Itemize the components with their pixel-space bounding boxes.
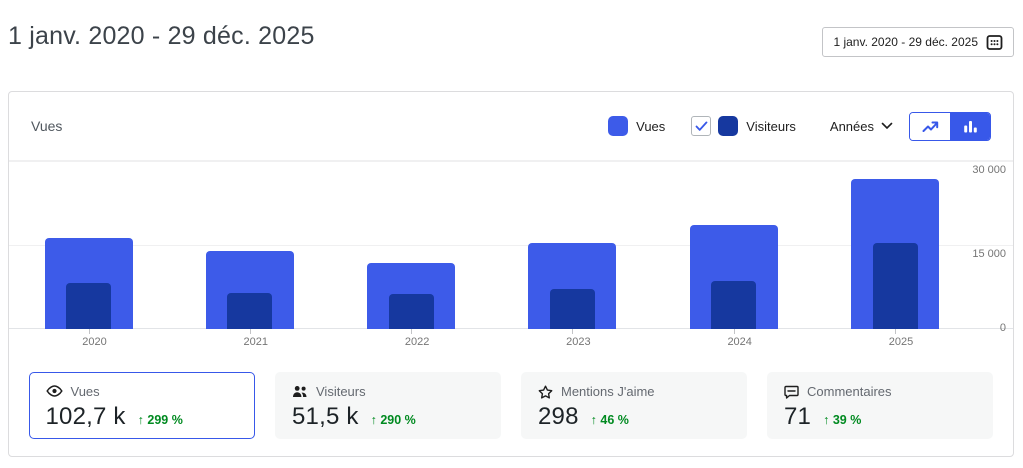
panel-controls: Vues Visiteurs Années: [608, 112, 991, 141]
y-axis-label: 15 000: [972, 248, 1006, 260]
page-title: 1 janv. 2020 - 29 déc. 2025: [8, 22, 315, 51]
calendar-icon: [986, 34, 1003, 51]
stat-card-likes[interactable]: Mentions J'aime 298 ↑ 46 %: [521, 372, 747, 439]
bar-visiteurs-2023[interactable]: [550, 289, 595, 329]
interval-label: Années: [830, 119, 874, 134]
comment-icon: [784, 385, 799, 399]
up-arrow-icon: ↑: [138, 413, 144, 427]
stat-value: 51,5 k: [292, 403, 359, 431]
bar-visiteurs-2024[interactable]: [711, 281, 756, 329]
interval-dropdown[interactable]: Années: [830, 119, 893, 134]
stat-change: ↑ 39 %: [823, 413, 861, 427]
x-tick: [250, 329, 251, 334]
chart-type-toggle: [909, 112, 991, 141]
line-chart-icon: [922, 119, 939, 133]
panel-header: Vues Vues Visiteurs Années: [9, 92, 1013, 161]
x-axis-label: 2020: [65, 336, 125, 348]
bar-visiteurs-2025[interactable]: [873, 243, 918, 329]
checkmark-icon: [695, 121, 708, 132]
bar-visiteurs-2020[interactable]: [66, 283, 111, 329]
x-tick: [572, 329, 573, 334]
stat-change: ↑ 46 %: [591, 413, 629, 427]
up-arrow-icon: ↑: [371, 413, 377, 427]
gridline: [9, 161, 1013, 162]
stat-card-visitors[interactable]: Visiteurs 51,5 k ↑ 290 %: [275, 372, 501, 439]
bar-visiteurs-2021[interactable]: [227, 293, 272, 329]
stat-change: ↑ 290 %: [371, 413, 416, 427]
stat-value: 298: [538, 403, 579, 431]
x-tick: [895, 329, 896, 334]
panel-heading: Vues: [31, 118, 62, 134]
stat-change: ↑ 299 %: [138, 413, 183, 427]
stat-label: Vues: [71, 384, 100, 399]
x-axis-label: 2025: [871, 336, 931, 348]
bar-chart: 015 00030 000: [9, 161, 1013, 329]
x-axis-label: 2021: [226, 336, 286, 348]
stat-card-views[interactable]: Vues 102,7 k ↑ 299 %: [29, 372, 255, 439]
stat-card-comments[interactable]: Commentaires 71 ↑ 39 %: [767, 372, 993, 439]
legend-item-visitors[interactable]: Visiteurs: [718, 116, 796, 136]
y-axis-label: 30 000: [972, 164, 1006, 176]
x-axis-label: 2023: [548, 336, 608, 348]
date-range-picker-button[interactable]: 1 janv. 2020 - 29 déc. 2025: [822, 27, 1014, 57]
summary-cards: Vues 102,7 k ↑ 299 %: [9, 372, 1013, 439]
x-axis-label: 2024: [710, 336, 770, 348]
views-swatch: [608, 116, 628, 136]
x-tick: [734, 329, 735, 334]
eye-icon: [46, 385, 63, 397]
stats-panel: Vues Vues Visiteurs Années: [8, 91, 1014, 457]
x-tick: [411, 329, 412, 334]
stat-label: Mentions J'aime: [561, 384, 655, 399]
star-icon: [538, 385, 553, 399]
bar-chart-icon: [963, 119, 978, 133]
stat-label: Visiteurs: [316, 384, 366, 399]
chevron-down-icon: [881, 122, 893, 130]
up-arrow-icon: ↑: [591, 413, 597, 427]
stat-label: Commentaires: [807, 384, 892, 399]
x-axis-label: 2022: [387, 336, 447, 348]
stat-value: 102,7 k: [46, 403, 126, 431]
up-arrow-icon: ↑: [823, 413, 829, 427]
visitors-checkbox[interactable]: [691, 116, 711, 136]
stat-value: 71: [784, 403, 811, 431]
bar-visiteurs-2022[interactable]: [389, 294, 434, 329]
x-tick: [89, 329, 90, 334]
chart-x-axis: 2020 2021 2022 2023 2024 2025: [9, 329, 1013, 355]
legend-label-views: Vues: [636, 119, 665, 134]
visitors-swatch: [718, 116, 738, 136]
legend-label-visitors: Visiteurs: [746, 119, 796, 134]
legend-item-views[interactable]: Vues: [608, 116, 665, 136]
bar-chart-toggle-button[interactable]: [950, 113, 990, 140]
analytics-page: 1 janv. 2020 - 29 déc. 2025 1 janv. 2020…: [0, 0, 1023, 468]
line-chart-toggle-button[interactable]: [910, 113, 950, 140]
date-range-label: 1 janv. 2020 - 29 déc. 2025: [833, 35, 978, 49]
people-icon: [292, 385, 308, 398]
